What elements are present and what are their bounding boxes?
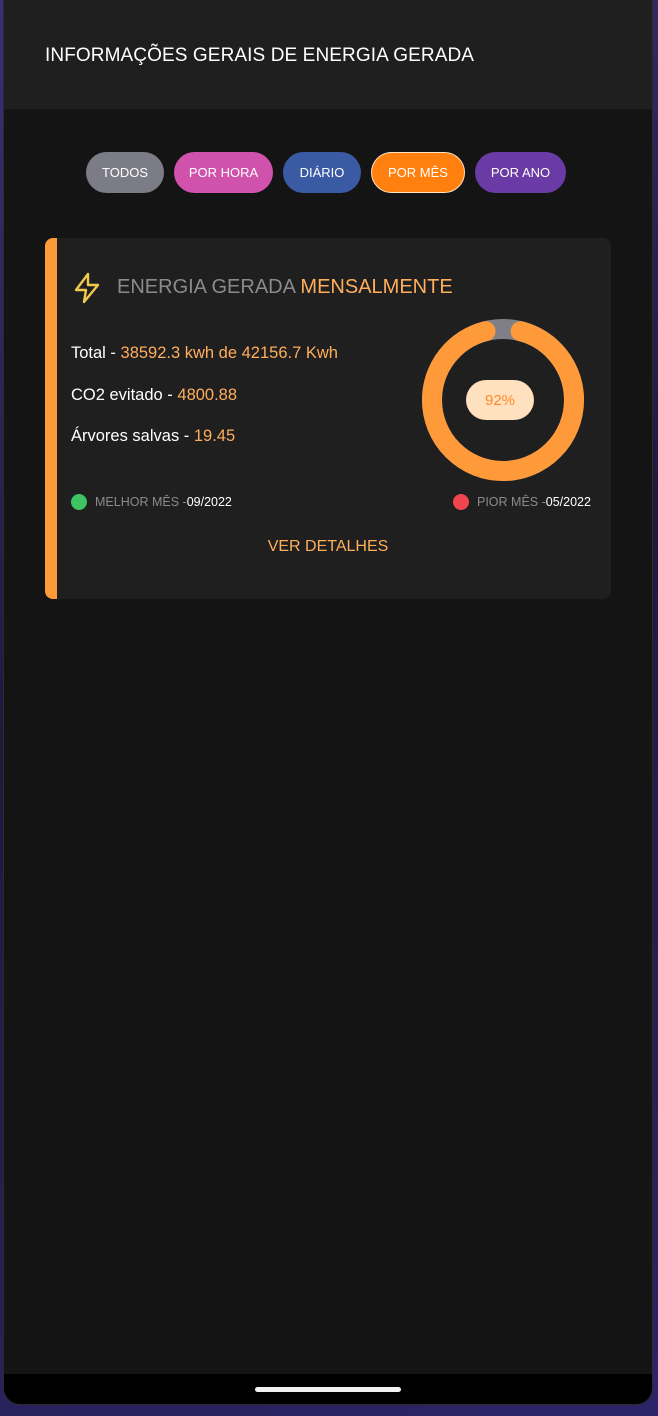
total-value: 38592.3 kwh de 42156.7 Kwh [120, 344, 338, 362]
co2-label: CO2 evitado - [71, 386, 178, 404]
energy-summary-card: ENERGIA GERADA MENSALMENTE Total - 38592… [45, 238, 611, 599]
green-dot-icon [71, 494, 87, 510]
filter-por-mes-button[interactable]: POR MÊS [371, 152, 465, 193]
co2-stat: CO2 evitado - 4800.88 [71, 386, 237, 405]
best-month-legend: MELHOR MÊS - 09/2022 [71, 494, 232, 510]
period-filter-bar: TODOS POR HORA DIÁRIO POR MÊS POR ANO [86, 152, 566, 193]
view-details-button[interactable]: VER DETALHES [45, 538, 611, 556]
card-title-period: MENSALMENTE [300, 276, 453, 298]
page-title: INFORMAÇÕES GERAIS DE ENERGIA GERADA [45, 45, 475, 66]
red-dot-icon [453, 494, 469, 510]
trees-stat: Árvores salvas - 19.45 [71, 427, 235, 446]
system-navigation-bar [4, 1374, 652, 1404]
worst-month-label: PIOR MÊS - [477, 495, 546, 509]
best-month-label: MELHOR MÊS - [95, 495, 187, 509]
trees-label: Árvores salvas - [71, 427, 194, 445]
card-title-prefix: ENERGIA GERADA [117, 276, 295, 298]
app-header: INFORMAÇÕES GERAIS DE ENERGIA GERADA [4, 0, 652, 109]
co2-value: 4800.88 [177, 386, 238, 404]
worst-month-legend: PIOR MÊS - 05/2022 [453, 494, 591, 510]
worst-month-date: 05/2022 [545, 495, 591, 509]
total-energy-stat: Total - 38592.3 kwh de 42156.7 Kwh [71, 344, 338, 363]
lightning-bolt-icon [74, 272, 100, 304]
phone-screen: INFORMAÇÕES GERAIS DE ENERGIA GERADA TOD… [4, 0, 652, 1404]
home-indicator[interactable] [255, 1387, 401, 1392]
filter-diario-button[interactable]: DIÁRIO [283, 152, 361, 193]
card-title: ENERGIA GERADA MENSALMENTE [117, 276, 453, 299]
filter-por-ano-button[interactable]: POR ANO [475, 152, 566, 193]
total-label: Total - [71, 344, 121, 362]
trees-value: 19.45 [193, 427, 236, 445]
filter-todos-button[interactable]: TODOS [86, 152, 164, 193]
best-month-date: 09/2022 [186, 495, 232, 509]
percent-badge: 92% [466, 380, 534, 420]
filter-por-hora-button[interactable]: POR HORA [174, 152, 273, 193]
